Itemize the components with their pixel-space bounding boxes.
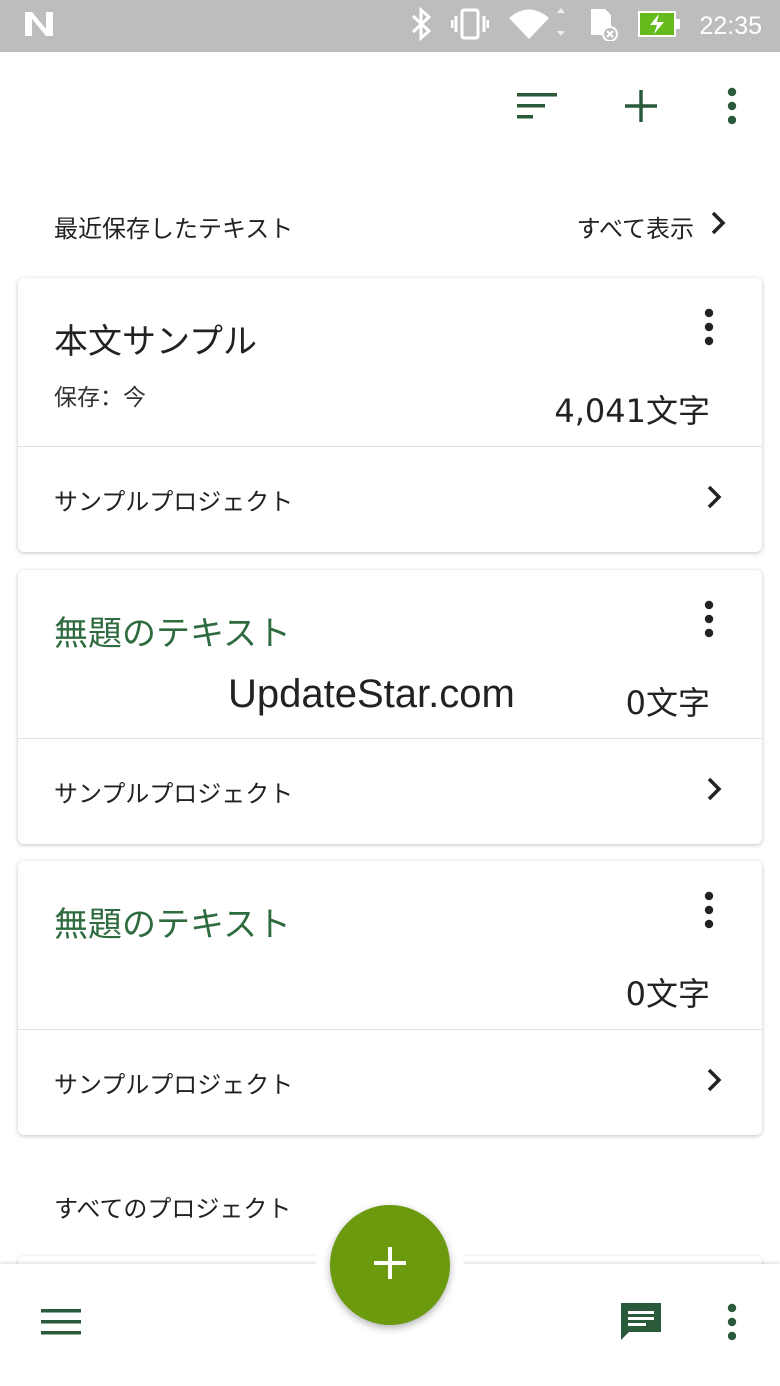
text-title: 無題のテキスト (54, 905, 291, 945)
n-notification-icon (22, 9, 56, 43)
plus-icon (373, 1246, 407, 1284)
more-vert-icon (726, 1303, 738, 1345)
all-projects-heading: すべてのプロジェクト (54, 1194, 292, 1223)
character-count: 0文字 (625, 975, 710, 1013)
chevron-right-icon (706, 484, 722, 516)
text-card[interactable]: 本文サンプル 保存：今 4,041文字 サンプルプロジェクト (18, 278, 762, 552)
project-link[interactable]: サンプルプロジェクト (18, 739, 762, 844)
character-count: 4,041文字 (554, 392, 710, 430)
project-link[interactable]: サンプルプロジェクト (18, 447, 762, 552)
project-name: サンプルプロジェクト (54, 488, 294, 516)
more-vert-icon (726, 87, 738, 129)
text-card-header[interactable]: 本文サンプル 保存：今 4,041文字 (18, 278, 762, 447)
show-all-label: すべて表示 (576, 214, 694, 243)
project-name: サンプルプロジェクト (54, 780, 294, 808)
text-title: 無題のテキスト (54, 614, 291, 654)
sd-card-icon (585, 7, 619, 45)
project-name: サンプルプロジェクト (54, 1071, 294, 1099)
sort-button[interactable] (507, 78, 567, 138)
watermark: UpdateStar.com (228, 672, 515, 716)
more-vert-icon (703, 308, 715, 350)
battery-charging-icon (637, 9, 681, 43)
more-vert-icon (703, 891, 715, 933)
character-count: 0文字 (625, 684, 710, 722)
text-card[interactable]: 無題のテキスト 0文字 サンプルプロジェクト (18, 861, 762, 1135)
status-time: 22:35 (699, 11, 762, 40)
card-more-button[interactable] (694, 891, 724, 933)
more-options-button[interactable] (702, 78, 762, 138)
chevron-right-icon (706, 776, 722, 808)
bluetooth-icon (409, 6, 433, 45)
top-app-bar (0, 52, 780, 172)
sort-icon (516, 91, 558, 125)
recent-texts-header: 最近保存したテキスト すべて表示 (0, 196, 780, 256)
chat-icon (619, 1300, 663, 1348)
plus-icon (624, 89, 658, 127)
recent-texts-heading: 最近保存したテキスト (54, 214, 294, 243)
show-all-button[interactable]: すべて表示 (577, 209, 726, 244)
status-bar: 22:35 (0, 0, 780, 52)
bottom-more-button[interactable] (702, 1294, 762, 1354)
comments-button[interactable] (611, 1294, 671, 1354)
more-vert-icon (703, 600, 715, 642)
vibrate-icon (450, 7, 490, 45)
card-more-button[interactable] (694, 600, 724, 642)
text-title: 本文サンプル (54, 322, 257, 362)
chevron-right-icon (706, 1067, 722, 1099)
card-more-button[interactable] (694, 308, 724, 350)
wifi-icon (507, 7, 567, 45)
add-fab[interactable] (330, 1205, 450, 1325)
chevron-right-icon (710, 210, 726, 242)
saved-status: 保存：今 (54, 385, 146, 411)
menu-button[interactable] (31, 1294, 91, 1354)
text-card-header[interactable]: 無題のテキスト 0文字 (18, 861, 762, 1030)
add-button[interactable] (611, 78, 671, 138)
project-link[interactable]: サンプルプロジェクト (18, 1030, 762, 1135)
hamburger-menu-icon (41, 1308, 81, 1340)
